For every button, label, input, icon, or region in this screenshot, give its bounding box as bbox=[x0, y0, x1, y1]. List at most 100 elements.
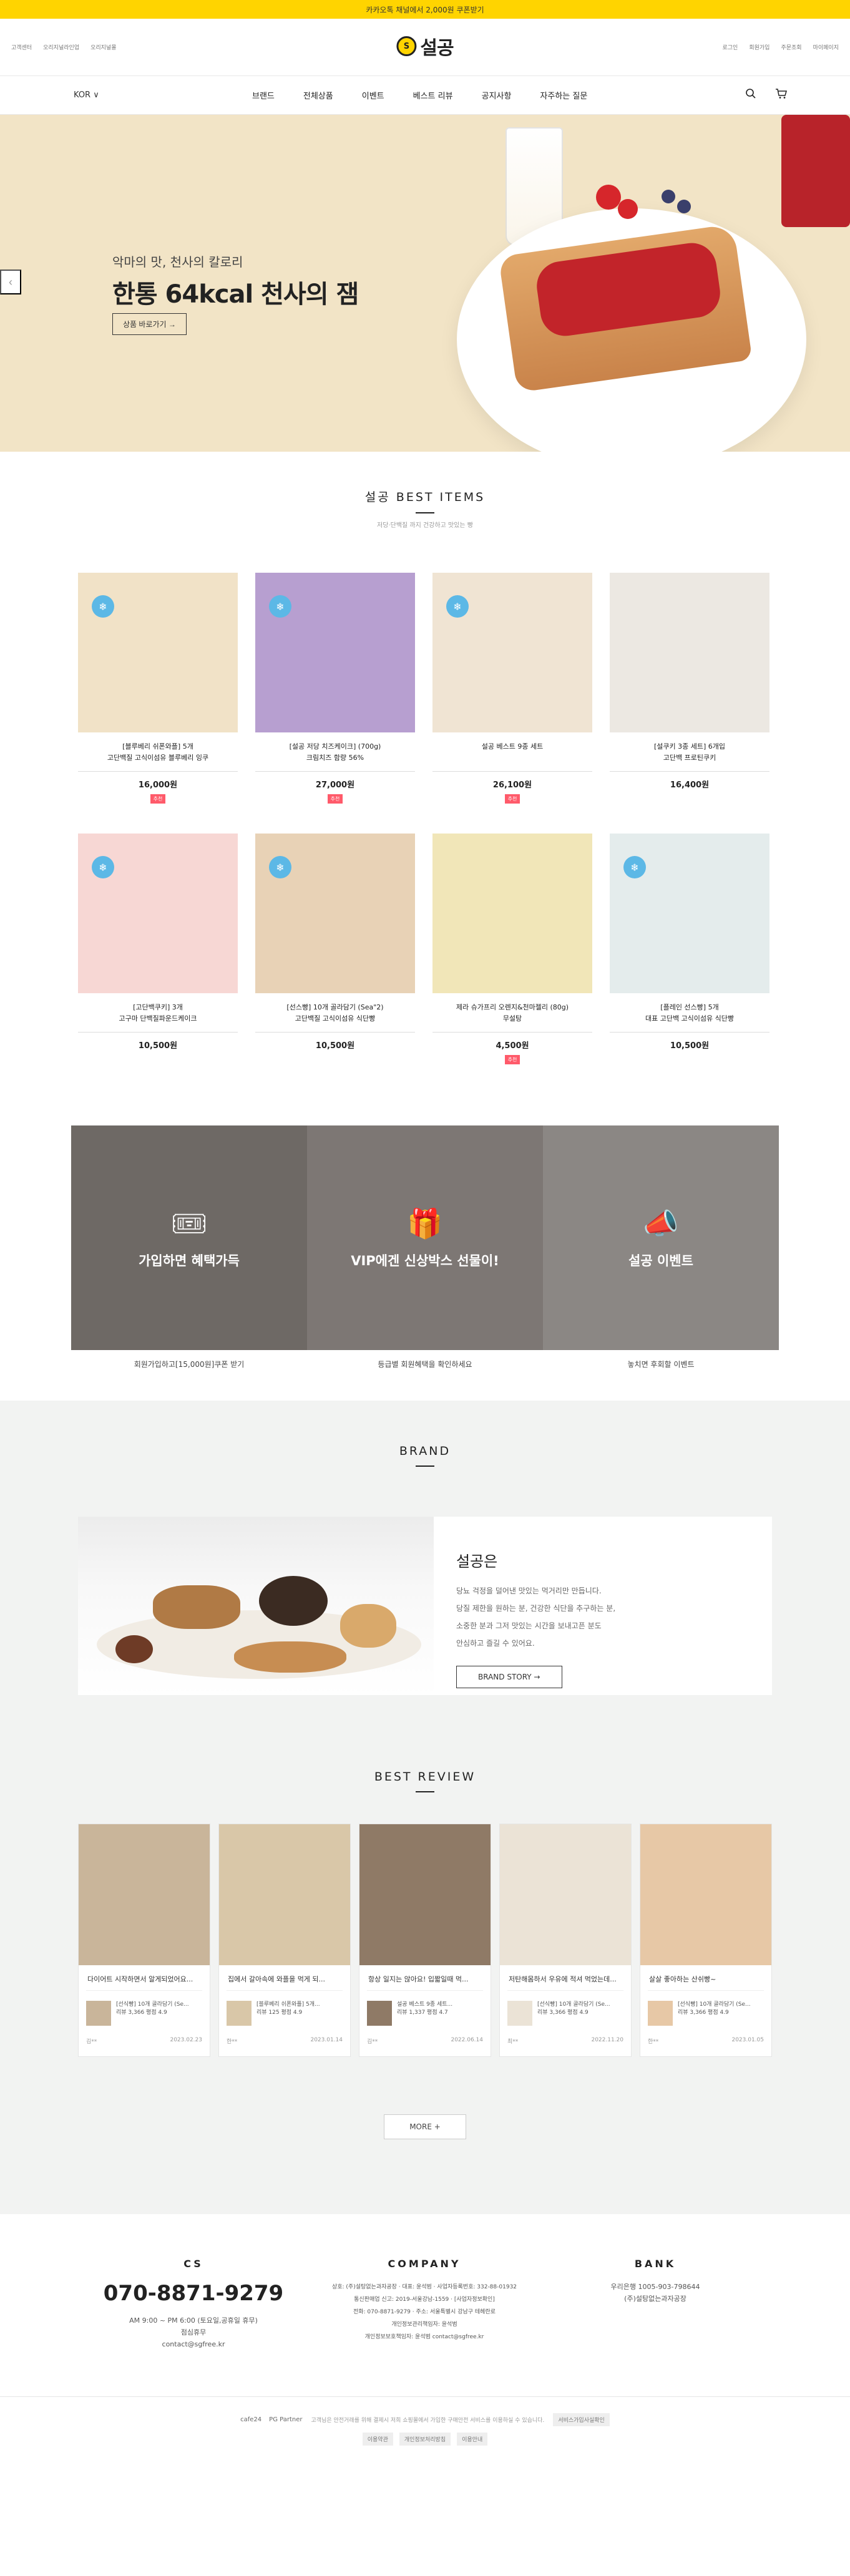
review-date: 2023.01.14 bbox=[310, 2037, 343, 2043]
product-image[interactable]: ❄ bbox=[78, 573, 238, 732]
product-name[interactable]: [선스빵] 10개 골라담기 (Sea"2) 고단백질 고식이섬유 식단빵 bbox=[255, 1002, 415, 1026]
product-name-line: 고단백 프로틴쿠키 bbox=[663, 754, 716, 762]
best-items-title: 설공 BEST ITEMS bbox=[364, 490, 486, 504]
product-card[interactable]: ❄ [선스빵] 10개 골라담기 (Sea"2) 고단백질 고식이섬유 식단빵 … bbox=[255, 834, 415, 1064]
review-card[interactable]: 다이어트 시작하면서 알게되었어요... [선식빵] 10개 골라담기 (Se.… bbox=[78, 1824, 210, 2057]
header-link-mypage[interactable]: 마이페이지 bbox=[813, 43, 839, 51]
brand-line: 당질 제한을 원하는 분, 건강한 식단을 추구하는 분, bbox=[456, 1604, 616, 1613]
product-card[interactable]: ❄ 설공 베스트 9종 세트 26,100원 추천 bbox=[432, 573, 592, 804]
review-card[interactable]: 살살 좋아하는 산쉬빵~ [선식빵] 10개 골라담기 (Se... 리뷰 3,… bbox=[640, 1824, 772, 2057]
review-card[interactable]: 저탄해몸하서 우유에 적셔 먹었는데... [선식빵] 10개 골라담기 (Se… bbox=[499, 1824, 632, 2057]
review-product-name: [블루베리 쉬폰와플] 5개... bbox=[256, 2001, 320, 2008]
terms-link[interactable]: 이용약관 bbox=[362, 2433, 393, 2446]
promo-banner-caption[interactable]: 회원가입하고[15,000원]쿠폰 받기 bbox=[71, 1359, 307, 1369]
review-product[interactable]: 설공 베스트 9종 세트... 리뷰 1,337 평점 4.7 bbox=[359, 1991, 491, 2026]
product-card[interactable]: ❄ [블루베리 쉬폰와플] 5개 고단백질 고식이섬유 블루베리 잉쿠 16,0… bbox=[78, 573, 238, 804]
language-selector[interactable]: KOR ∨ bbox=[74, 90, 99, 100]
review-product[interactable]: [선식빵] 10개 골라담기 (Se... 리뷰 3,366 평점 4.9 bbox=[500, 1991, 631, 2026]
search-icon[interactable] bbox=[745, 88, 756, 102]
brand-body: 당뇨 걱정을 덜어낸 맛있는 먹거리만 만듭니다. 당질 제한을 원하는 분, … bbox=[456, 1582, 615, 1652]
review-card[interactable]: 항상 일지는 않아요! 입짧일때 먹... 설공 베스트 9종 세트... 리뷰… bbox=[359, 1824, 491, 2057]
promo-banner[interactable]: 🎟 가입하면 혜택가득 bbox=[71, 1125, 307, 1350]
promo-banner[interactable]: 🎁 VIP에겐 신상박스 선물이! bbox=[307, 1125, 543, 1350]
header-link-login[interactable]: 로그인 bbox=[723, 43, 738, 51]
product-name[interactable]: [고단백쿠키] 3개 고구마 단백질파운드케이크 bbox=[78, 1002, 238, 1026]
hero-prev-button[interactable]: ‹ bbox=[0, 270, 21, 294]
nav-item-notice[interactable]: 공지사항 bbox=[482, 89, 512, 101]
product-name[interactable]: [블루베리 쉬폰와플] 5개 고단백질 고식이섬유 블루베리 잉쿠 bbox=[78, 741, 238, 765]
review-product[interactable]: [선식빵] 10개 골라담기 (Se... 리뷰 3,366 평점 4.9 bbox=[79, 1991, 210, 2026]
guide-link[interactable]: 이용안내 bbox=[457, 2433, 488, 2446]
escrow-check-button[interactable]: 서비스가입사실확인 bbox=[553, 2413, 610, 2426]
more-reviews-button[interactable]: MORE + bbox=[384, 2114, 466, 2139]
review-image[interactable] bbox=[640, 1824, 771, 1965]
recommend-badge: 추천 bbox=[150, 794, 165, 804]
product-card[interactable]: ❄ [고단백쿠키] 3개 고구마 단백질파운드케이크 10,500원 bbox=[78, 834, 238, 1064]
review-image[interactable] bbox=[359, 1824, 491, 1965]
header-left-links: 고객센터 오리지널라인업 오리지널몰 bbox=[11, 43, 117, 51]
promo-topbar-text[interactable]: 카카오톡 채널에서 2,000원 쿠폰받기 bbox=[366, 4, 484, 15]
hero-blueberry-image bbox=[677, 200, 691, 213]
megaphone-icon: 📣 bbox=[643, 1206, 679, 1240]
review-product[interactable]: [블루베리 쉬폰와플] 5개... 리뷰 125 평점 4.9 bbox=[219, 1991, 350, 2026]
review-image[interactable] bbox=[219, 1824, 350, 1965]
brand-story-button[interactable]: BRAND STORY → bbox=[456, 1666, 562, 1688]
footer-company: COMPANY 상호: (주)설탕없는과자공장 · 대표: 윤석범 · 사업자등… bbox=[309, 2258, 540, 2350]
promo-topbar[interactable]: 카카오톡 채널에서 2,000원 쿠폰받기 bbox=[0, 0, 850, 19]
footer-cs-email[interactable]: contact@sgfree.kr bbox=[78, 2338, 309, 2350]
heading-divider bbox=[416, 1465, 434, 1467]
footer-phone[interactable]: 070-8871-9279 bbox=[78, 2281, 309, 2306]
hero-product-button[interactable]: 상품 바로가기 → bbox=[112, 313, 187, 335]
cart-icon[interactable] bbox=[775, 88, 788, 102]
footer-company-title: COMPANY bbox=[388, 2258, 461, 2270]
header-link-lineup[interactable]: 오리지널라인업 bbox=[43, 43, 79, 51]
heading-divider bbox=[416, 512, 434, 513]
product-name[interactable]: 제라 슈가프리 오렌지&천마젤리 (80g) 무설탕 bbox=[432, 1002, 592, 1026]
footer-columns: CS 070-8871-9279 AM 9:00 ~ PM 6:00 (토요일,… bbox=[78, 2258, 772, 2350]
nav-item-best-review[interactable]: 베스트 리뷰 bbox=[413, 89, 453, 101]
best-items-heading: 설공 BEST ITEMS 저당·단백질 까지 건강하고 맛있는 빵 bbox=[0, 488, 850, 529]
footer-escrow-notice: 고객님은 안전거래를 위해 결제시 저희 쇼핑몰에서 가입한 구매안전 서비스를… bbox=[311, 2418, 545, 2424]
review-image[interactable] bbox=[500, 1824, 631, 1965]
product-card[interactable]: [설쿠키 3종 세트] 6개입 고단백 프로틴쿠키 16,400원 bbox=[610, 573, 769, 804]
nav-item-all-products[interactable]: 전체상품 bbox=[303, 89, 333, 101]
product-card[interactable]: ❄ [설공 저당 치즈케이크] (700g) 크림치즈 함량 56% 27,00… bbox=[255, 573, 415, 804]
review-product-thumbnail bbox=[648, 2001, 673, 2026]
product-image[interactable]: ❄ bbox=[255, 573, 415, 732]
privacy-link[interactable]: 개인정보처리방침 bbox=[399, 2433, 451, 2446]
header-link-mall[interactable]: 오리지널몰 bbox=[90, 43, 116, 51]
product-name-line: 대표 고단백 고식이섬유 식단빵 bbox=[645, 1014, 735, 1023]
product-image[interactable] bbox=[610, 573, 769, 732]
frozen-icon: ❄ bbox=[92, 856, 114, 878]
product-image[interactable]: ❄ bbox=[432, 573, 592, 732]
review-card[interactable]: 집에서 갈아속에 와플을 먹게 되... [블루베리 쉬폰와플] 5개... 리… bbox=[218, 1824, 351, 2057]
header-link-cs[interactable]: 고객센터 bbox=[11, 43, 32, 51]
product-card[interactable]: 제라 슈가프리 오렌지&천마젤리 (80g) 무설탕 4,500원 추천 bbox=[432, 834, 592, 1064]
nav-item-event[interactable]: 이벤트 bbox=[362, 89, 384, 101]
product-name[interactable]: [설쿠키 3종 세트] 6개입 고단백 프로틴쿠키 bbox=[610, 741, 769, 765]
product-name[interactable]: [설공 저당 치즈케이크] (700g) 크림치즈 함량 56% bbox=[255, 741, 415, 765]
nav-item-brand[interactable]: 브랜드 bbox=[252, 89, 275, 101]
header-link-join[interactable]: 회원가입 bbox=[749, 43, 769, 51]
product-name-line: 설공 베스트 9종 세트 bbox=[481, 742, 544, 751]
review-product[interactable]: [선식빵] 10개 골라담기 (Se... 리뷰 3,366 평점 4.9 bbox=[640, 1991, 771, 2026]
product-grid: ❄ [블루베리 쉬폰와플] 5개 고단백질 고식이섬유 블루베리 잉쿠 16,0… bbox=[78, 573, 772, 1064]
product-image[interactable]: ❄ bbox=[610, 834, 769, 993]
promo-banner[interactable]: 📣 설공 이벤트 bbox=[543, 1125, 779, 1350]
promo-banner-caption[interactable]: 등급별 회원혜택을 확인하세요 bbox=[307, 1359, 543, 1369]
product-card[interactable]: ❄ [플레인 선스빵] 5개 대표 고단백 고식이섬유 식단빵 10,500원 bbox=[610, 834, 769, 1064]
product-image[interactable] bbox=[432, 834, 592, 993]
product-image[interactable]: ❄ bbox=[78, 834, 238, 993]
review-image[interactable] bbox=[79, 1824, 210, 1965]
product-name[interactable]: 설공 베스트 9종 세트 bbox=[432, 741, 592, 765]
hero-banner[interactable]: ‹ 악마의 맛, 천사의 칼로리 한통 64kcal 천사의 잼 상품 바로가기… bbox=[0, 115, 850, 452]
brand-line: 소중한 분과 그저 맛있는 시간을 보내고픈 분도 bbox=[456, 1621, 602, 1630]
header-link-order[interactable]: 주문조회 bbox=[781, 43, 801, 51]
review-product-name: 설공 베스트 9종 세트... bbox=[397, 2001, 453, 2008]
product-name-line: 고단백질 고식이섬유 식단빵 bbox=[295, 1014, 376, 1023]
site-logo[interactable]: S 설공 bbox=[396, 32, 454, 60]
promo-banner-caption[interactable]: 놓치면 후회할 이벤트 bbox=[543, 1359, 779, 1369]
product-name[interactable]: [플레인 선스빵] 5개 대표 고단백 고식이섬유 식단빵 bbox=[610, 1002, 769, 1026]
nav-item-faq[interactable]: 자주하는 질문 bbox=[540, 89, 587, 101]
product-image[interactable]: ❄ bbox=[255, 834, 415, 993]
